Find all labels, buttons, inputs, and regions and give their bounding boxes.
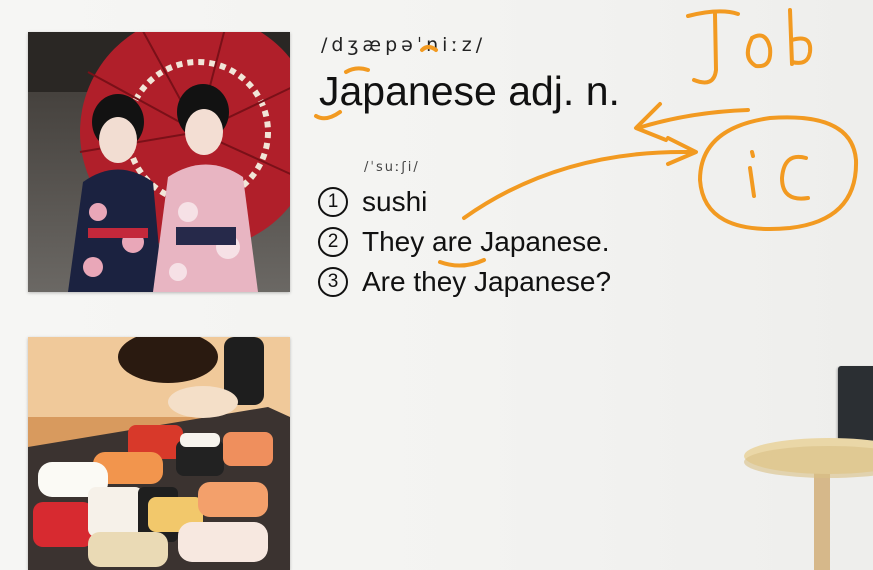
example-number: 3 bbox=[318, 267, 348, 297]
vocabulary-word: Japanese adj. n. bbox=[319, 68, 620, 114]
arrow-line bbox=[462, 149, 692, 220]
example-number: 2 bbox=[318, 227, 348, 257]
example-item: 3 Are they Japanese? bbox=[318, 266, 611, 298]
ic-letter-i bbox=[748, 166, 756, 198]
example-item: 2 They are Japanese. bbox=[318, 226, 610, 258]
example-text: Are they Japanese? bbox=[362, 266, 612, 297]
arrow-head bbox=[666, 136, 698, 166]
side-table bbox=[744, 438, 873, 570]
phonetic-transcription: /dʒæpəˈniːz/ bbox=[321, 34, 487, 56]
arrow-line bbox=[636, 108, 750, 130]
laptop-corner bbox=[838, 366, 873, 441]
circle-mark bbox=[698, 115, 859, 231]
underline-mark bbox=[438, 258, 486, 268]
arrow-head bbox=[634, 102, 668, 142]
ic-letter-c bbox=[780, 155, 810, 201]
kimono-photo bbox=[28, 32, 290, 292]
job-letter-b bbox=[790, 36, 813, 65]
job-letter-o bbox=[745, 33, 773, 69]
job-letter-j bbox=[692, 12, 718, 85]
sushi-photo bbox=[28, 337, 290, 570]
example-number: 1 bbox=[318, 187, 348, 217]
job-letter-j bbox=[686, 9, 740, 18]
sushi-phonetic: /ˈsuːʃi/ bbox=[364, 160, 420, 175]
example-text: They are Japanese. bbox=[362, 226, 610, 257]
job-letter-b bbox=[788, 8, 794, 66]
ic-letter-i bbox=[750, 150, 755, 158]
example-text: sushi bbox=[362, 186, 428, 217]
example-item: 1 sushi bbox=[318, 186, 427, 218]
